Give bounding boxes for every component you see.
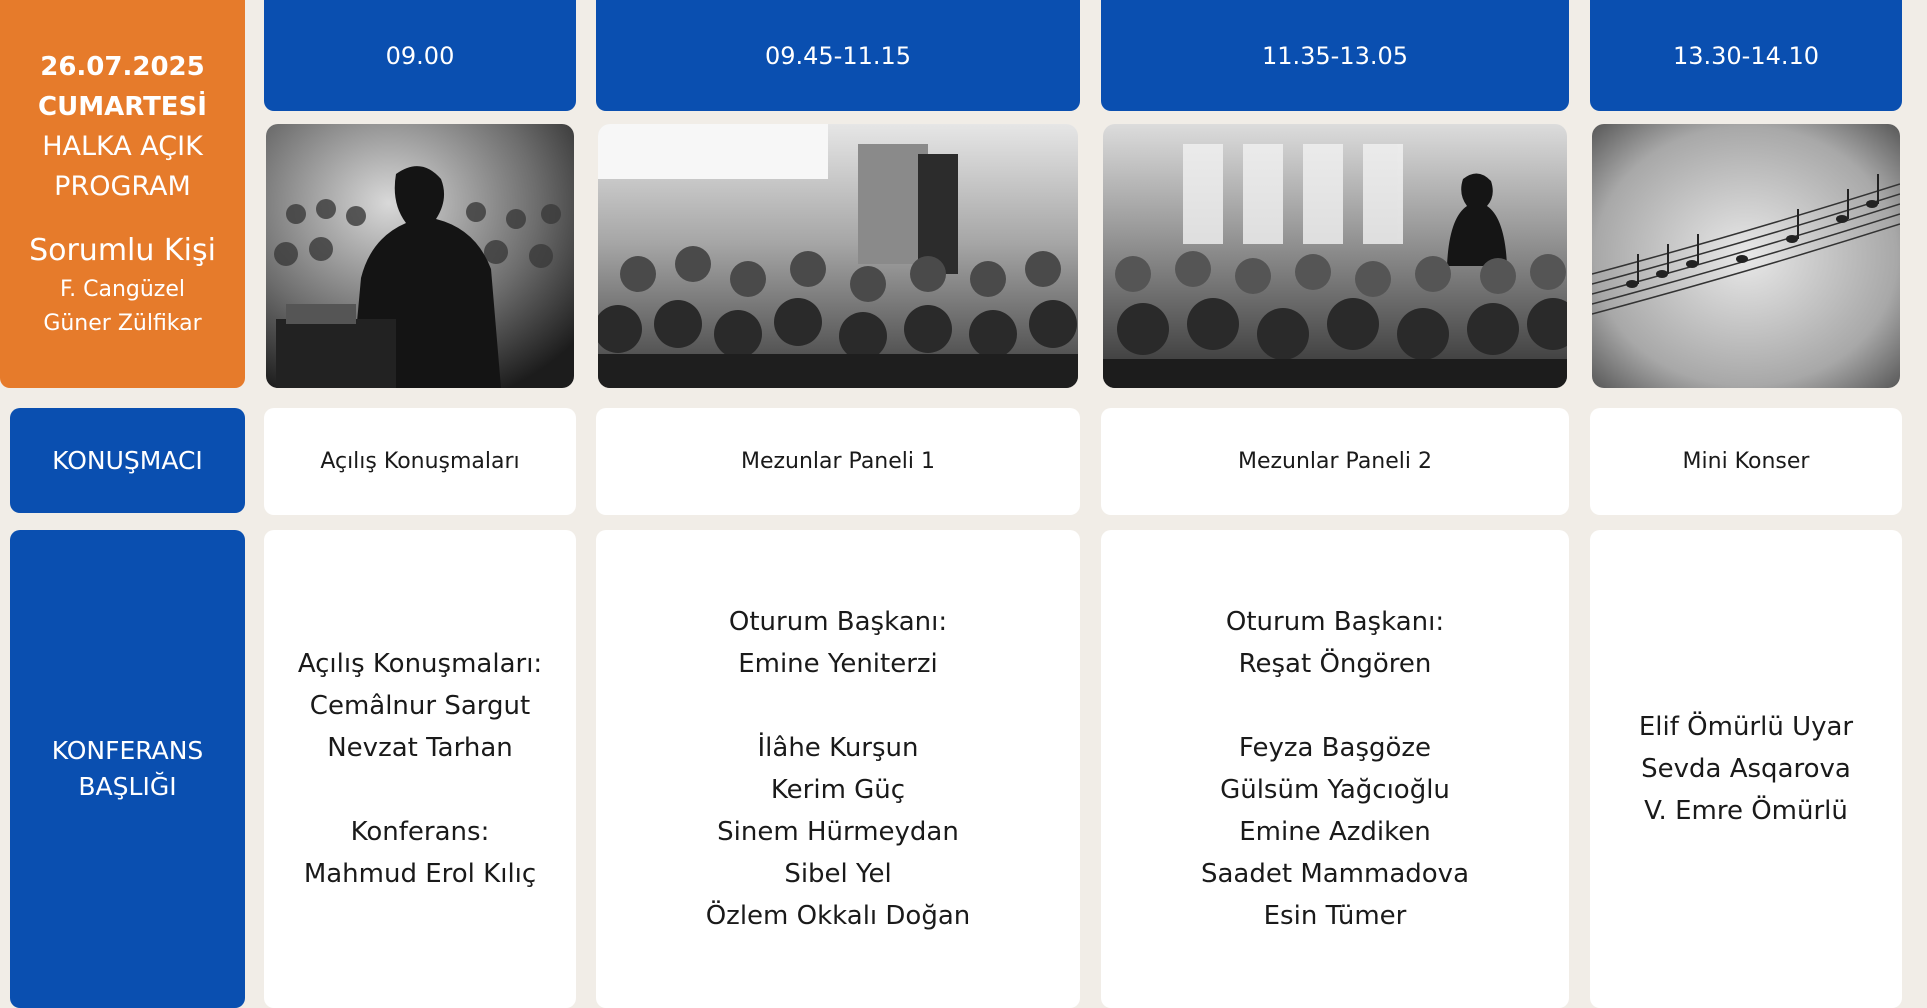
event-info-card: 26.07.2025 CUMARTESİ HALKA AÇIK PROGRAM … bbox=[0, 0, 245, 388]
row-label-conference-title: KONFERANS BAŞLIĞI bbox=[10, 530, 245, 1008]
speaker-list-cell: Açılış Konuşmaları: Cemâlnur Sargut Nevz… bbox=[264, 530, 576, 1008]
session-cell: Açılış Konuşmaları bbox=[264, 408, 576, 515]
speaker-line: Gülsüm Yağcıoğlu bbox=[1220, 775, 1450, 805]
responsible-person: Güner Zülfikar bbox=[43, 311, 202, 336]
speaker-line: Esin Tümer bbox=[1263, 901, 1407, 931]
speaker-line: Kerim Güç bbox=[770, 775, 906, 805]
speaker-at-podium-photo bbox=[266, 124, 574, 388]
speaker-line: Cemâlnur Sargut bbox=[309, 691, 531, 721]
speaker-line: Emine Yeniterzi bbox=[738, 649, 938, 679]
responsible-person: F. Cangüzel bbox=[60, 277, 185, 302]
time-text: 13.30-14.10 bbox=[1672, 41, 1820, 70]
speaker-line: Elif Ömürlü Uyar bbox=[1638, 712, 1854, 742]
session-cell: Mezunlar Paneli 1 bbox=[596, 408, 1080, 515]
speaker-line: V. Emre Ömürlü bbox=[1644, 796, 1848, 826]
time-header: 11.35-13.05 bbox=[1101, 0, 1569, 111]
speaker-line: Oturum Başkanı: bbox=[1225, 607, 1445, 637]
time-text: 09.45-11.15 bbox=[764, 41, 912, 70]
speaker-line: Sevda Asqarova bbox=[1641, 754, 1851, 784]
time-header: 13.30-14.10 bbox=[1590, 0, 1902, 111]
event-date: 26.07.2025 bbox=[40, 52, 205, 82]
speaker-line: Oturum Başkanı: bbox=[728, 607, 948, 637]
time-text: 09.00 bbox=[385, 41, 455, 70]
speaker-line: Reşat Öngören bbox=[1238, 649, 1432, 679]
speaker-line: Saadet Mammadova bbox=[1200, 859, 1469, 889]
responsible-label: Sorumlu Kişi bbox=[29, 233, 216, 268]
session-name: Açılış Konuşmaları bbox=[320, 449, 520, 474]
speaker-line: Mahmud Erol Kılıç bbox=[303, 859, 537, 889]
speaker-line: Emine Azdiken bbox=[1239, 817, 1431, 847]
sheet-music-photo bbox=[1592, 124, 1900, 388]
conference-audience-photo bbox=[598, 124, 1078, 388]
speaker-line: Konferans: bbox=[350, 817, 490, 847]
session-cell: Mini Konser bbox=[1590, 408, 1902, 515]
speaker-line: Açılış Konuşmaları: bbox=[297, 649, 543, 679]
speaker-line: Sinem Hürmeydan bbox=[717, 817, 959, 847]
time-header: 09.00 bbox=[264, 0, 576, 111]
program-type-line2: PROGRAM bbox=[54, 171, 191, 202]
row-label-text: KONFERANS bbox=[51, 736, 204, 765]
row-label-text: BAŞLIĞI bbox=[78, 772, 177, 801]
event-day: CUMARTESİ bbox=[38, 92, 207, 122]
speaker-line: Sibel Yel bbox=[784, 859, 892, 889]
speaker-line: Özlem Okkalı Doğan bbox=[705, 901, 971, 931]
row-label-text: KONUŞMACI bbox=[52, 445, 203, 475]
seminar-hall-photo bbox=[1103, 124, 1567, 388]
speaker-list-cell: Oturum Başkanı: Emine Yeniterzi İlâhe Ku… bbox=[596, 530, 1080, 1008]
session-name: Mini Konser bbox=[1682, 449, 1810, 474]
speaker-list-cell: Elif Ömürlü Uyar Sevda Asqarova V. Emre … bbox=[1590, 530, 1902, 1008]
speaker-line: Feyza Başgöze bbox=[1238, 733, 1432, 763]
speaker-line: İlâhe Kurşun bbox=[757, 733, 919, 763]
speaker-list-cell: Oturum Başkanı: Reşat Öngören Feyza Başg… bbox=[1101, 530, 1569, 1008]
row-label-speaker: KONUŞMACI bbox=[10, 408, 245, 513]
session-name: Mezunlar Paneli 2 bbox=[1237, 449, 1433, 474]
time-header: 09.45-11.15 bbox=[596, 0, 1080, 111]
time-text: 11.35-13.05 bbox=[1261, 41, 1409, 70]
program-type-line1: HALKA AÇIK bbox=[42, 131, 203, 162]
session-name: Mezunlar Paneli 1 bbox=[740, 449, 936, 474]
speaker-line: Nevzat Tarhan bbox=[327, 733, 513, 763]
session-cell: Mezunlar Paneli 2 bbox=[1101, 408, 1569, 515]
